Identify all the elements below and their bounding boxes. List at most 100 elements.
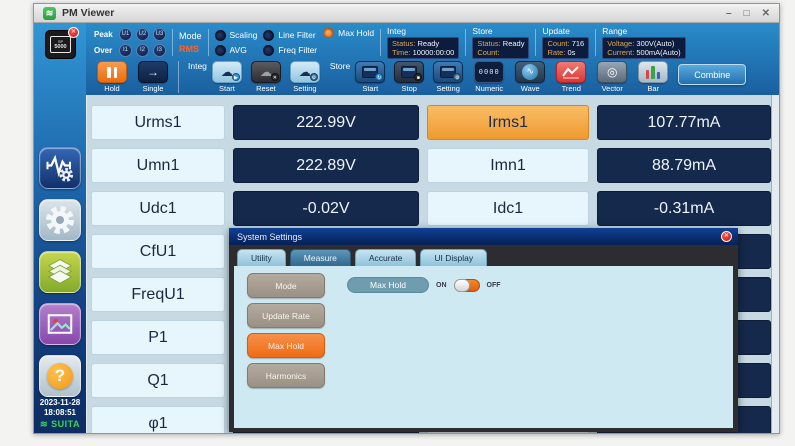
sidebar-item-measure-settings[interactable] bbox=[39, 147, 81, 189]
toolbar-row: Hold → Single Integ ☁▶ Start ☁✕ Reset bbox=[86, 60, 779, 95]
sidebar-footer: 2023-11-28 18:08:51 ≋ SUITA bbox=[34, 398, 86, 430]
bar-view-button[interactable] bbox=[638, 61, 668, 83]
wave-view-label: Wave bbox=[521, 84, 540, 93]
max-hold-toggle[interactable]: Max Hold bbox=[323, 27, 374, 38]
pause-icon bbox=[107, 67, 111, 78]
combine-button[interactable]: Combine bbox=[678, 64, 746, 85]
tab-ui-display[interactable]: UI Display bbox=[420, 249, 487, 266]
peak-over-indicators: Peak U1 U2 U3 Over I1 I2 I3 bbox=[94, 28, 166, 57]
store-count-label: Count: bbox=[477, 48, 499, 57]
numeric-view-button[interactable]: 0000 bbox=[474, 61, 504, 83]
gear-badge-icon: ⚙ bbox=[310, 73, 318, 81]
line-filter-toggle[interactable]: Line Filter bbox=[263, 30, 317, 41]
store-group: Store ↻ Start ■ Stop ⚙ Setting bbox=[330, 61, 464, 93]
scaling-toggle[interactable]: Scaling bbox=[215, 30, 258, 41]
range-title: Range bbox=[602, 27, 685, 36]
avg-toggle[interactable]: AVG bbox=[215, 45, 258, 56]
topbar: Peak U1 U2 U3 Over I1 I2 I3 Mode RMS bbox=[86, 23, 779, 95]
window-title: PM Viewer bbox=[62, 7, 114, 19]
tab-accurate[interactable]: Accurate bbox=[355, 249, 417, 266]
dialog-close-button[interactable]: ✕ bbox=[721, 231, 732, 242]
integ-setting-button[interactable]: ☁⚙ bbox=[290, 61, 320, 83]
max-hold-setting-row: Max Hold ON OFF bbox=[347, 277, 733, 293]
menu-item-harmonics[interactable]: Harmonics bbox=[247, 363, 325, 388]
status-row: Peak U1 U2 U3 Over I1 I2 I3 Mode RMS bbox=[86, 23, 779, 60]
vector-view-tool: ◎ Vector bbox=[596, 61, 628, 93]
app-icon: ≋ bbox=[43, 7, 56, 20]
param-label[interactable]: Q1 bbox=[91, 363, 225, 398]
param-label[interactable]: P1 bbox=[91, 320, 225, 355]
divider bbox=[465, 29, 466, 56]
integ-status-box: Status: Ready Time: 10000:00:00 bbox=[387, 37, 459, 59]
stop-badge-icon: ■ bbox=[414, 73, 422, 81]
param-label[interactable]: CfU1 bbox=[91, 234, 225, 269]
integ-status-section: Integ Status: Ready Time: 10000:00:00 bbox=[387, 27, 459, 59]
bar-view-label: Bar bbox=[647, 84, 659, 93]
filter-toggles: Line Filter Freq Filter bbox=[263, 30, 317, 56]
store-stop-button[interactable]: ■ bbox=[394, 61, 424, 83]
help-icon: ? bbox=[47, 363, 73, 389]
param-label[interactable]: φ1 bbox=[91, 406, 225, 433]
device-connection-icon[interactable]: SP 5000 ✕ bbox=[45, 30, 76, 59]
close-button[interactable]: ✕ bbox=[762, 8, 770, 19]
vector-view-label: Vector bbox=[602, 84, 623, 93]
store-start-tool: ↻ Start bbox=[354, 61, 386, 93]
menu-item-mode[interactable]: Mode bbox=[247, 273, 325, 298]
max-hold-switch[interactable] bbox=[454, 279, 480, 292]
param-label-selected[interactable]: Irms1 bbox=[427, 105, 589, 140]
param-value: 222.99V bbox=[233, 105, 419, 140]
param-value: -0.31mA bbox=[597, 191, 771, 226]
range-voltage-label: Voltage: bbox=[607, 39, 634, 48]
menu-item-update-rate[interactable]: Update Rate bbox=[247, 303, 325, 328]
integ-start-button[interactable]: ☁▶ bbox=[212, 61, 242, 83]
single-tool: → Single bbox=[137, 61, 169, 93]
tab-measure[interactable]: Measure bbox=[290, 249, 351, 266]
param-label[interactable]: Umn1 bbox=[91, 148, 225, 183]
tab-utility[interactable]: Utility bbox=[237, 249, 286, 266]
freq-filter-toggle[interactable]: Freq Filter bbox=[263, 45, 317, 56]
store-setting-button[interactable]: ⚙ bbox=[433, 61, 463, 83]
vertical-scrollbar[interactable] bbox=[771, 95, 779, 433]
integ-time-value: 10000:00:00 bbox=[413, 48, 455, 57]
integ-status-value: Ready bbox=[418, 39, 440, 48]
param-value: 222.89V bbox=[233, 148, 419, 183]
avg-indicator-icon bbox=[215, 45, 226, 56]
refresh-badge-icon: ↻ bbox=[375, 73, 383, 81]
single-button[interactable]: → bbox=[138, 61, 168, 83]
window-controls: – □ ✕ bbox=[726, 8, 770, 19]
store-status-value: Ready bbox=[503, 39, 525, 48]
param-label[interactable]: Idc1 bbox=[427, 191, 589, 226]
off-label: OFF bbox=[487, 282, 501, 289]
minimize-button[interactable]: – bbox=[726, 8, 732, 19]
integ-group: Integ ☁▶ Start ☁✕ Reset ☁⚙ Setting bbox=[188, 61, 321, 93]
param-label[interactable]: FreqU1 bbox=[91, 277, 225, 312]
vector-view-button[interactable]: ◎ bbox=[597, 61, 627, 83]
store-stop-tool: ■ Stop bbox=[393, 61, 425, 93]
trend-view-button[interactable] bbox=[556, 61, 586, 83]
sidebar-item-settings[interactable] bbox=[39, 199, 81, 241]
line-filter-label: Line Filter bbox=[278, 30, 315, 40]
sidebar-item-screenshot[interactable] bbox=[39, 303, 81, 345]
sidebar-item-help[interactable]: ? bbox=[39, 355, 81, 397]
mode-block: Mode RMS bbox=[179, 31, 202, 54]
hold-tool: Hold bbox=[96, 61, 128, 93]
wave-view-tool: ∿ Wave bbox=[514, 61, 546, 93]
mode-label: Mode bbox=[179, 31, 202, 41]
titlebar: ≋ PM Viewer – □ ✕ bbox=[34, 4, 779, 23]
sidebar-item-layers[interactable] bbox=[39, 251, 81, 293]
hold-button[interactable] bbox=[97, 61, 127, 83]
update-status-section: Update Count: 716 Rate: 0s bbox=[542, 27, 589, 59]
param-label[interactable]: Imn1 bbox=[427, 148, 589, 183]
integ-reset-button[interactable]: ☁✕ bbox=[251, 61, 281, 83]
max-hold-toggle-block: Max Hold bbox=[323, 27, 374, 38]
store-status-label: Status: bbox=[477, 39, 500, 48]
dialog-body: Mode Update Rate Max Hold Harmonics Max … bbox=[234, 266, 733, 428]
wave-view-button[interactable]: ∿ bbox=[515, 61, 545, 83]
param-label[interactable]: Urms1 bbox=[91, 105, 225, 140]
switch-knob bbox=[454, 279, 470, 292]
maximize-button[interactable]: □ bbox=[744, 8, 750, 19]
store-start-button[interactable]: ↻ bbox=[355, 61, 385, 83]
param-label[interactable]: Udc1 bbox=[91, 191, 225, 226]
menu-item-max-hold[interactable]: Max Hold bbox=[247, 333, 325, 358]
peak-indicator-u1: U1 bbox=[119, 28, 132, 41]
